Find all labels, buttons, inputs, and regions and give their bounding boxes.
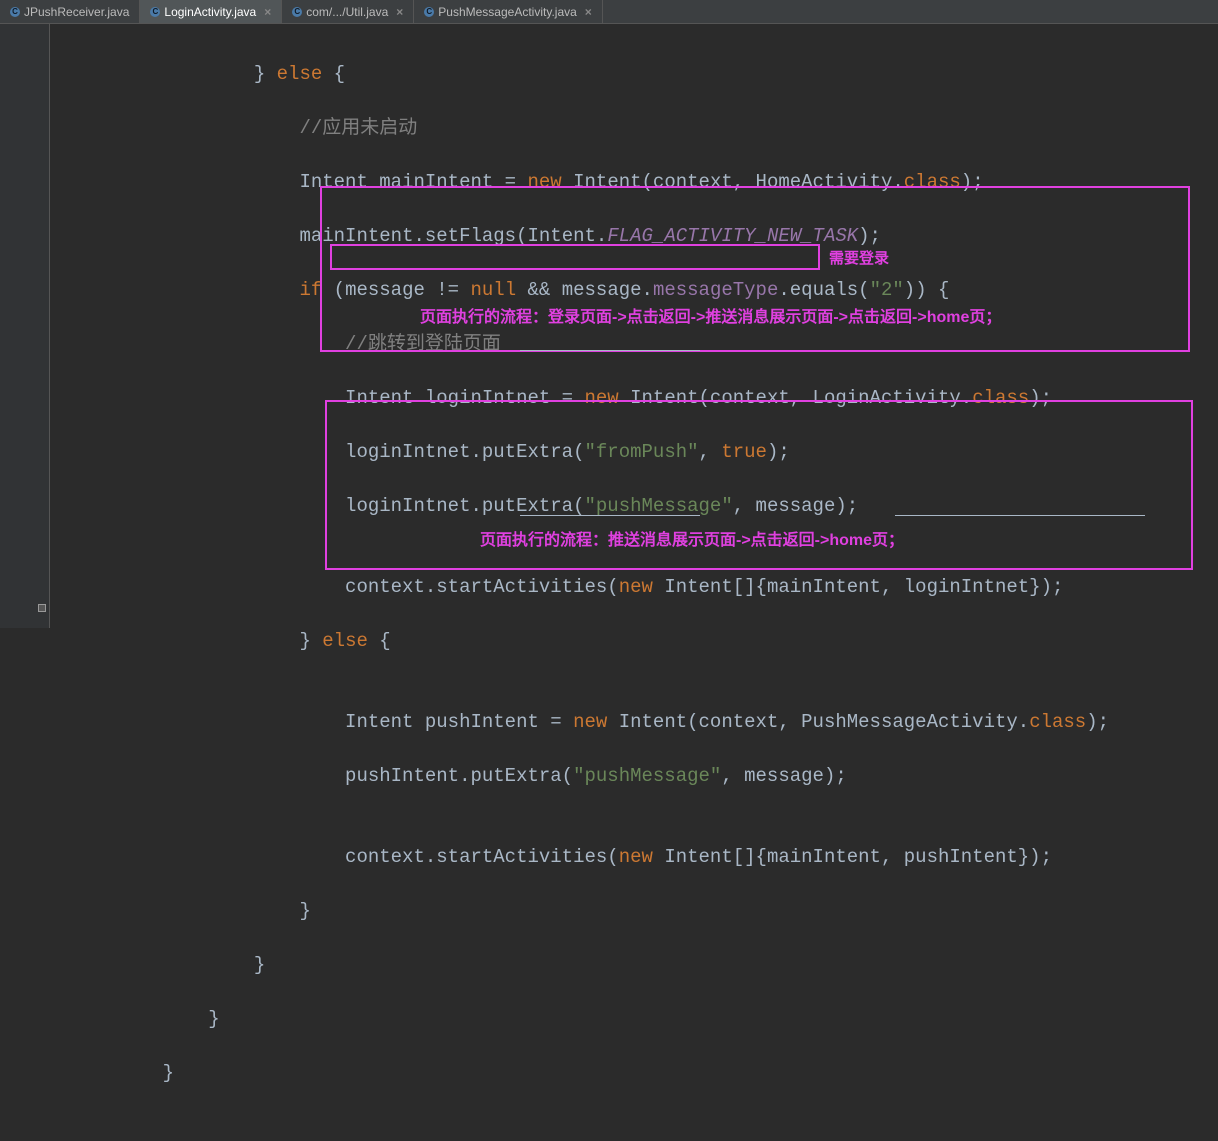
- close-icon[interactable]: ×: [396, 5, 403, 19]
- code-content[interactable]: } else { //应用未启动 Intent mainIntent = new…: [50, 24, 1109, 628]
- editor-tab-bar: C JPushReceiver.java C LoginActivity.jav…: [0, 0, 1218, 24]
- class-icon: C: [424, 7, 434, 17]
- editor-gutter: [0, 24, 50, 628]
- class-icon: C: [292, 7, 302, 17]
- tab-pushmessageactivity[interactable]: C PushMessageActivity.java ×: [414, 0, 603, 23]
- editor-area[interactable]: } else { //应用未启动 Intent mainIntent = new…: [0, 24, 1218, 628]
- close-icon[interactable]: ×: [585, 5, 592, 19]
- tab-loginactivity[interactable]: C LoginActivity.java ×: [140, 0, 282, 23]
- code-comment: //跳转到登陆页面: [345, 333, 501, 355]
- code-comment: //应用未启动: [299, 117, 417, 139]
- tab-label: LoginActivity.java: [164, 5, 256, 19]
- tab-jpushreceiver[interactable]: C JPushReceiver.java: [0, 0, 140, 23]
- tab-label: PushMessageActivity.java: [438, 5, 577, 19]
- close-icon[interactable]: ×: [264, 5, 271, 19]
- class-icon: C: [150, 7, 160, 17]
- tab-util[interactable]: C com/.../Util.java ×: [282, 0, 414, 23]
- fold-marker-icon[interactable]: [38, 604, 46, 612]
- tab-label: com/.../Util.java: [306, 5, 388, 19]
- tab-label: JPushReceiver.java: [24, 5, 129, 19]
- class-icon: C: [10, 7, 20, 17]
